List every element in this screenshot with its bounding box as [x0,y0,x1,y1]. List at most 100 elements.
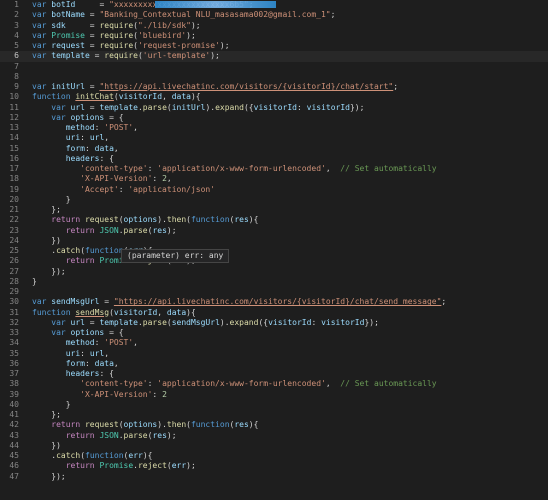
code-line[interactable]: 33 var options = { [0,328,548,338]
code-line[interactable]: 20 } [0,195,548,205]
code-line[interactable]: 43 return JSON.parse(res); [0,431,548,441]
code-line[interactable]: 30 var sendMsgUrl = "https://api.livechat… [0,297,548,307]
line-code[interactable]: headers: { [32,154,548,164]
code-line[interactable]: 45 .catch(function(err){ [0,451,548,461]
line-code[interactable]: method: 'POST', [32,123,548,133]
code-line[interactable]: 24 }) [0,236,548,246]
line-code[interactable]: var request = require('request-promise')… [32,41,548,51]
code-line[interactable]: 44 }) [0,441,548,451]
line-code[interactable]: function sendMsg(visitorId, data){ [32,308,548,318]
line-code[interactable] [32,62,548,72]
line-code[interactable]: } [32,195,548,205]
line-code[interactable]: var initUrl = "https://api.livechatinc.c… [32,82,548,92]
line-code[interactable]: } [32,277,548,287]
code-token: : [84,143,95,153]
code-line[interactable]: 46 return Promise.reject(err); [0,461,548,471]
line-code[interactable]: uri: url, [32,349,548,359]
line-code[interactable]: }; [32,410,548,420]
line-code[interactable]: form: data, [32,144,548,154]
line-code[interactable]: return request(options).then(function(re… [32,420,548,430]
code-line[interactable]: 35 uri: url, [0,349,548,359]
code-editor[interactable]: 1 var botId = "xxxxxxxxxxxxxxxxxxxxxxxx6b… [0,0,548,500]
code-line[interactable]: 39 'X-API-Version': 2 [0,390,548,400]
line-code[interactable]: headers: { [32,369,548,379]
code-line[interactable]: 29 [0,287,548,297]
line-code[interactable]: }) [32,236,548,246]
line-code[interactable]: 'X-API-Version': 2 [32,390,548,400]
line-code[interactable]: return request(options).then(function(re… [32,215,548,225]
code-line[interactable]: 31 function sendMsg(visitorId, data){ [0,308,548,318]
code-line[interactable]: 18 'X-API-Version': 2, [0,174,548,184]
code-line[interactable]: 3 var sdk = require("./lib/sdk"); [0,21,548,31]
code-line[interactable]: 10 function initChat(visitorId, data){ [0,92,548,102]
line-number: 20 [9,194,19,204]
code-line[interactable]: 6 var template = require('url-template'); [0,51,548,62]
code-line[interactable]: 41 }; [0,410,548,420]
code-line[interactable]: 47 }); [0,472,548,482]
line-code[interactable]: var sendMsgUrl = "https://api.livechatin… [32,297,548,307]
code-line[interactable]: 42 return request(options).then(function… [0,420,548,430]
line-code[interactable]: .catch(function(err){ [32,451,548,461]
code-line[interactable]: 12 var options = { [0,113,548,123]
line-code[interactable]: }); [32,267,548,277]
line-code[interactable]: }) [32,441,548,451]
code-line[interactable]: 15 form: data, [0,144,548,154]
code-line[interactable]: 40 } [0,400,548,410]
code-line[interactable]: 23 return JSON.parse(res); [0,226,548,236]
code-line[interactable]: 38 'content-type': 'application/x-www-fo… [0,379,548,389]
line-code[interactable]: function initChat(visitorId, data){ [32,92,548,102]
code-line[interactable]: 9 var initUrl = "https://api.livechatinc.… [0,82,548,92]
line-code[interactable]: uri: url, [32,133,548,143]
line-code[interactable]: .catch(function(err){ [32,246,548,256]
line-code[interactable]: form: data, [32,359,548,369]
line-code[interactable]: return Promise.reject(err); [32,461,548,471]
code-line[interactable]: 8 [0,72,548,82]
line-code[interactable]: var options = { [32,328,548,338]
line-code[interactable] [32,72,548,82]
code-line[interactable]: 26 return Promise.reject(err); [0,256,548,266]
code-line[interactable]: 21 }; [0,205,548,215]
code-line[interactable]: 36 form: data, [0,359,548,369]
line-code[interactable]: var sdk = require("./lib/sdk"); [32,21,548,31]
code-line[interactable]: 16 headers: { [0,154,548,164]
code-line[interactable]: 2 var botName = "Banking_Contextual NLU_m… [0,10,548,20]
code-line[interactable]: 14 uri: url, [0,133,548,143]
code-line[interactable]: 32 var url = template.parse(sendMsgUrl).… [0,318,548,328]
line-code[interactable]: var botName = "Banking_Contextual NLU_ma… [32,10,548,20]
code-line[interactable]: 17 'content-type': 'application/x-www-fo… [0,164,548,174]
code-line[interactable]: 27 }); [0,267,548,277]
code-line[interactable]: 28} [0,277,548,287]
line-code[interactable] [32,287,548,297]
line-code[interactable]: var template = require('url-template'); [32,51,548,61]
line-code[interactable]: }; [32,205,548,215]
line-code[interactable]: return JSON.parse(res); [32,226,548,236]
line-code[interactable]: 'content-type': 'application/x-www-form-… [32,164,548,174]
code-line[interactable]: 34 method: 'POST', [0,338,548,348]
code-line[interactable]: 5 var request = require('request-promise'… [0,41,548,51]
code-line[interactable]: 13 method: 'POST', [0,123,548,133]
line-code[interactable]: 'X-API-Version': 2, [32,174,548,184]
code-line[interactable]: 4 var Promise = require('bluebird'); [0,31,548,41]
code-line[interactable]: 22 return request(options).then(function… [0,215,548,225]
line-code[interactable]: return JSON.parse(res); [32,431,548,441]
line-code[interactable]: method: 'POST', [32,338,548,348]
code-line[interactable]: 25 .catch(function(err){ [0,246,548,256]
line-number: 7 [14,61,19,71]
code-line[interactable]: 37 headers: { [0,369,548,379]
line-code[interactable]: 'content-type': 'application/x-www-form-… [32,379,548,389]
code-line[interactable]: 1 var botId = "xxxxxxxxxxxxxxxxxxxxxxxx6b… [0,0,548,10]
line-code[interactable]: var options = { [32,113,548,123]
line-code[interactable]: var url = template.parse(initUrl).expand… [32,103,548,113]
editor-lines[interactable]: 1 var botId = "xxxxxxxxxxxxxxxxxxxxxxxx6b… [0,0,548,482]
line-code[interactable]: var Promise = require('bluebird'); [32,31,548,41]
line-code[interactable]: } [32,400,548,410]
line-code[interactable]: var url = template.parse(sendMsgUrl).exp… [32,318,548,328]
code-line[interactable]: 7 [0,62,548,72]
line-code[interactable]: return Promise.reject(err); [32,256,548,266]
code-token: : { [99,369,114,378]
line-code[interactable]: 'Accept': 'application/json' [32,185,548,195]
line-code[interactable]: var botId = "xxxxxxxxxxxxxxxxxxxxxxxx6b5… [32,0,548,10]
line-code[interactable]: }); [32,472,548,482]
code-line[interactable]: 11 var url = template.parse(initUrl).exp… [0,103,548,113]
code-line[interactable]: 19 'Accept': 'application/json' [0,185,548,195]
